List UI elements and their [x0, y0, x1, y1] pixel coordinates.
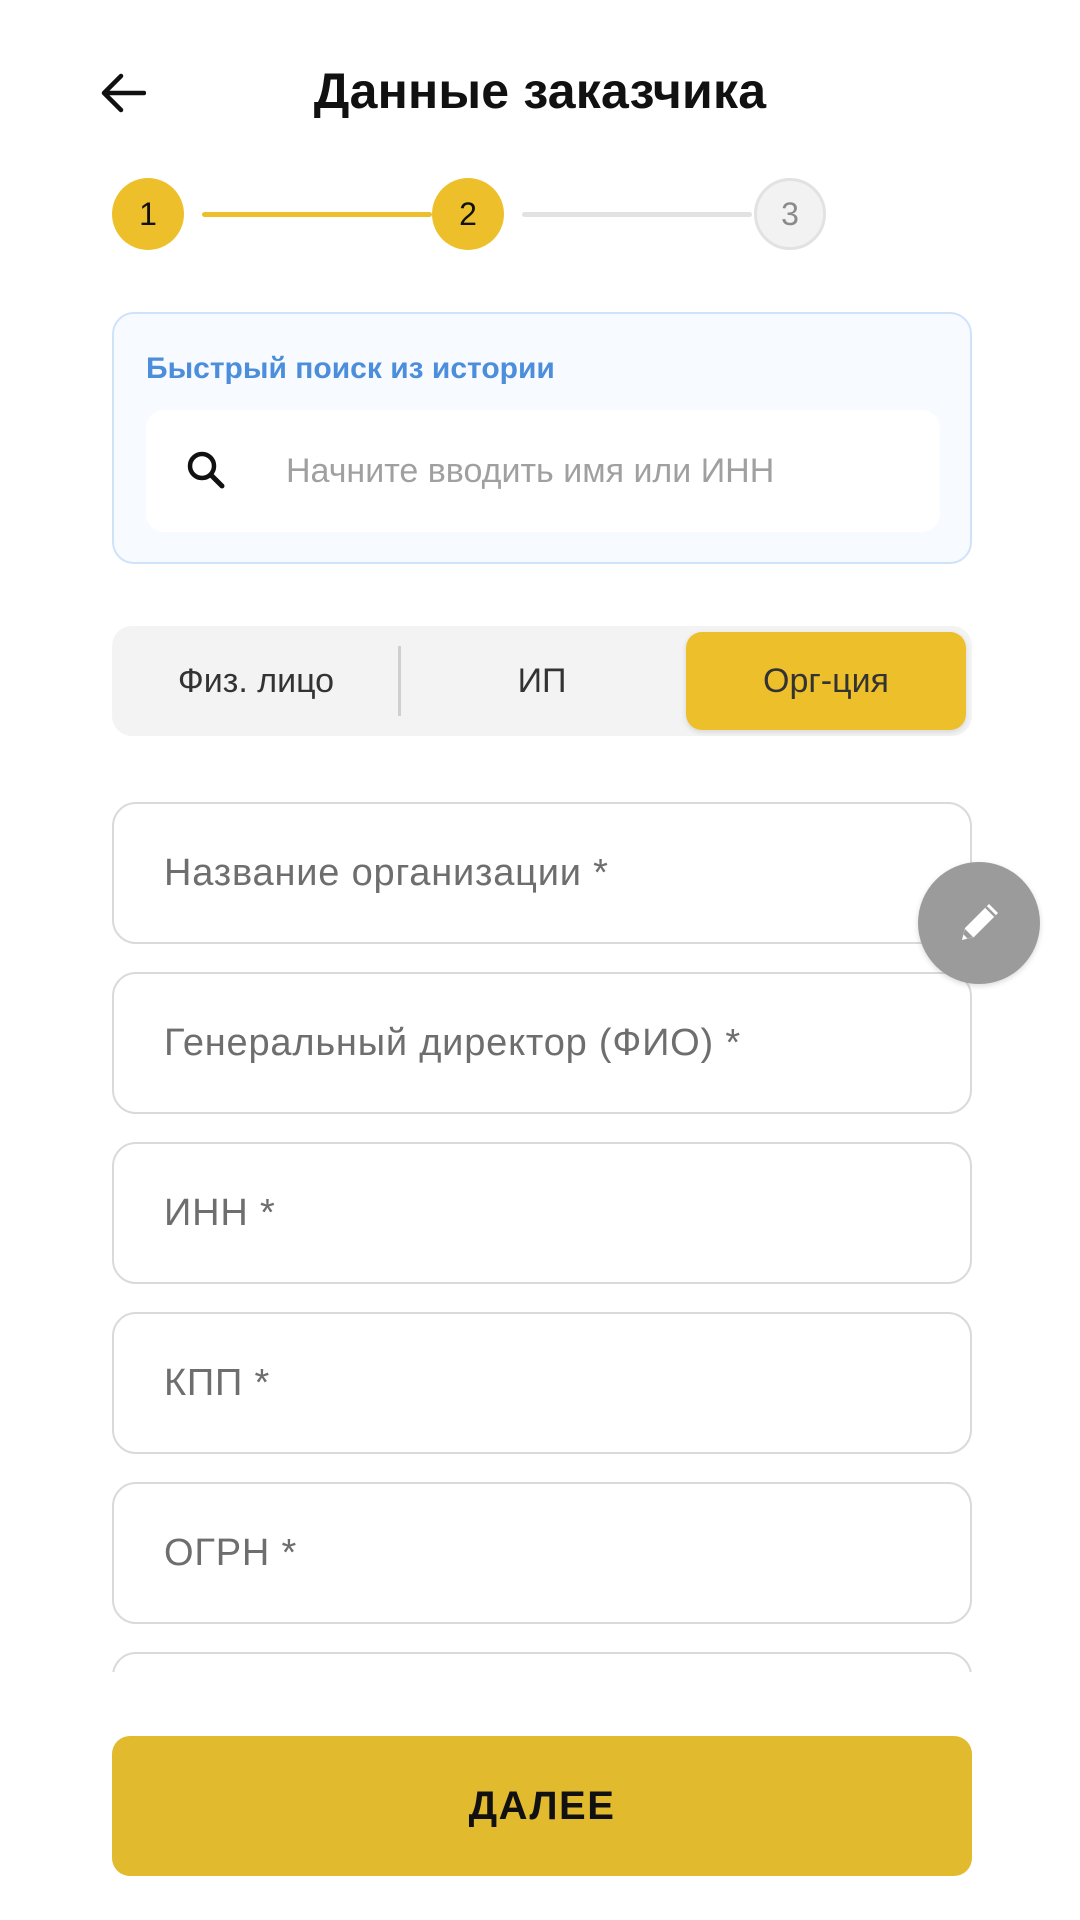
kpp-field[interactable] — [112, 1312, 972, 1454]
step-connector-1 — [202, 212, 432, 217]
segment-organization[interactable]: Орг-ция — [686, 632, 966, 730]
customer-type-selector: Физ. лицо ИП Орг-ция — [112, 626, 972, 736]
org-name-field[interactable] — [112, 802, 972, 944]
inn-input[interactable] — [114, 1144, 970, 1282]
segment-entrepreneur[interactable]: ИП — [404, 632, 680, 730]
pencil-icon — [962, 904, 998, 940]
step-3: 3 — [754, 178, 826, 250]
next-button[interactable]: ДАЛЕЕ — [112, 1736, 972, 1876]
step-connector-2 — [522, 212, 752, 217]
quick-search-card: Быстрый поиск из истории — [112, 312, 972, 564]
step-2: 2 — [432, 178, 504, 250]
step-1: 1 — [112, 178, 184, 250]
ogrn-input[interactable] — [114, 1484, 970, 1622]
quick-search-input[interactable] — [266, 410, 906, 532]
page-title: Данные заказчика — [313, 63, 767, 119]
director-name-field[interactable] — [112, 972, 972, 1114]
progress-stepper: 1 2 3 — [112, 178, 972, 250]
search-icon — [187, 451, 225, 489]
quick-search-label: Быстрый поиск из истории — [146, 352, 555, 385]
inn-field[interactable] — [112, 1142, 972, 1284]
segment-divider — [398, 646, 401, 716]
quick-search-field[interactable] — [146, 410, 940, 532]
segment-individual[interactable]: Физ. лицо — [118, 632, 394, 730]
org-name-input[interactable] — [114, 804, 970, 942]
kpp-input[interactable] — [114, 1314, 970, 1452]
director-name-input[interactable] — [114, 974, 970, 1112]
header: Данные заказчика — [0, 0, 1080, 180]
edit-fab-button[interactable] — [918, 862, 1040, 984]
ogrn-field[interactable] — [112, 1482, 972, 1624]
